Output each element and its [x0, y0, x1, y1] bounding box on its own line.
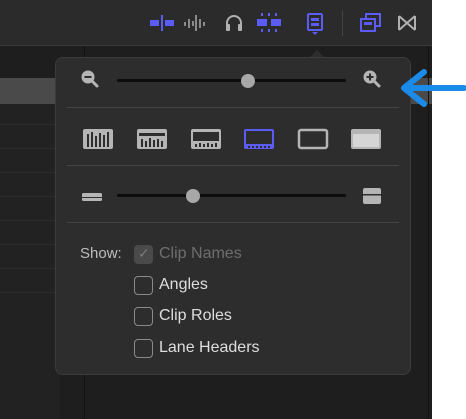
- track-row: [0, 196, 60, 197]
- clip-appearance-popover: [55, 57, 411, 375]
- audio-skimming-icon[interactable]: [184, 13, 208, 33]
- clip-roles-label: Clip Roles: [159, 307, 232, 324]
- section-divider: [67, 222, 399, 223]
- zoom-out-icon[interactable]: [80, 69, 100, 89]
- track-row: [0, 268, 60, 269]
- clip-height-slider-thumb[interactable]: [185, 189, 200, 203]
- section-divider: [67, 107, 399, 108]
- clip-height-slider-track[interactable]: [117, 194, 346, 197]
- clip-names-label: Clip Names: [159, 245, 242, 262]
- option-clip-roles[interactable]: Clip Roles: [134, 305, 232, 327]
- annotation-arrow-icon: [398, 66, 466, 110]
- option-angles[interactable]: Angles: [134, 274, 208, 296]
- timeline-track-area: [0, 104, 60, 419]
- snapping-icon[interactable]: [256, 13, 282, 33]
- option-lane-headers[interactable]: Lane Headers: [134, 337, 260, 359]
- track-row: [0, 292, 60, 293]
- zoom-in-icon[interactable]: [362, 69, 382, 89]
- track-row: [0, 172, 60, 173]
- appearance-filmstrip-only-button[interactable]: [297, 126, 329, 152]
- clip-height-small-icon[interactable]: [81, 190, 103, 202]
- track-row: [0, 148, 60, 149]
- appearance-waveform-filmstrip-medium-button[interactable]: [190, 126, 222, 152]
- appearance-filmstrip-large-button[interactable]: [243, 126, 275, 152]
- lane-headers-label: Lane Headers: [159, 339, 260, 356]
- appearance-waveform-large-button[interactable]: [82, 126, 114, 152]
- headphones-icon[interactable]: [224, 13, 244, 33]
- zoom-slider-thumb[interactable]: [240, 74, 255, 88]
- track-row: [0, 124, 60, 125]
- appearance-name-only-button[interactable]: [350, 126, 382, 152]
- zoom-slider-track[interactable]: [117, 79, 346, 82]
- option-clip-names: Clip Names: [134, 243, 242, 265]
- clip-roles-checkbox[interactable]: [134, 306, 153, 326]
- timeline-ruler: [0, 78, 60, 104]
- section-divider: [67, 165, 399, 166]
- clip-names-checkbox: [134, 244, 153, 264]
- skimming-icon[interactable]: [150, 13, 174, 33]
- track-row: [0, 244, 60, 245]
- lane-headers-checkbox[interactable]: [134, 338, 153, 358]
- clip-height-large-icon[interactable]: [362, 186, 382, 206]
- appearance-waveform-filmstrip-small-button[interactable]: [136, 126, 168, 152]
- transitions-icon[interactable]: [398, 13, 416, 33]
- track-row: [0, 220, 60, 221]
- clip-appearance-icon[interactable]: [305, 13, 325, 35]
- inspector-icon[interactable]: [360, 13, 382, 33]
- angles-label: Angles: [159, 276, 208, 293]
- timeline-toolbar: [0, 0, 432, 46]
- angles-checkbox[interactable]: [134, 275, 153, 295]
- show-label: Show:: [80, 245, 122, 262]
- toolbar-divider: [342, 10, 343, 36]
